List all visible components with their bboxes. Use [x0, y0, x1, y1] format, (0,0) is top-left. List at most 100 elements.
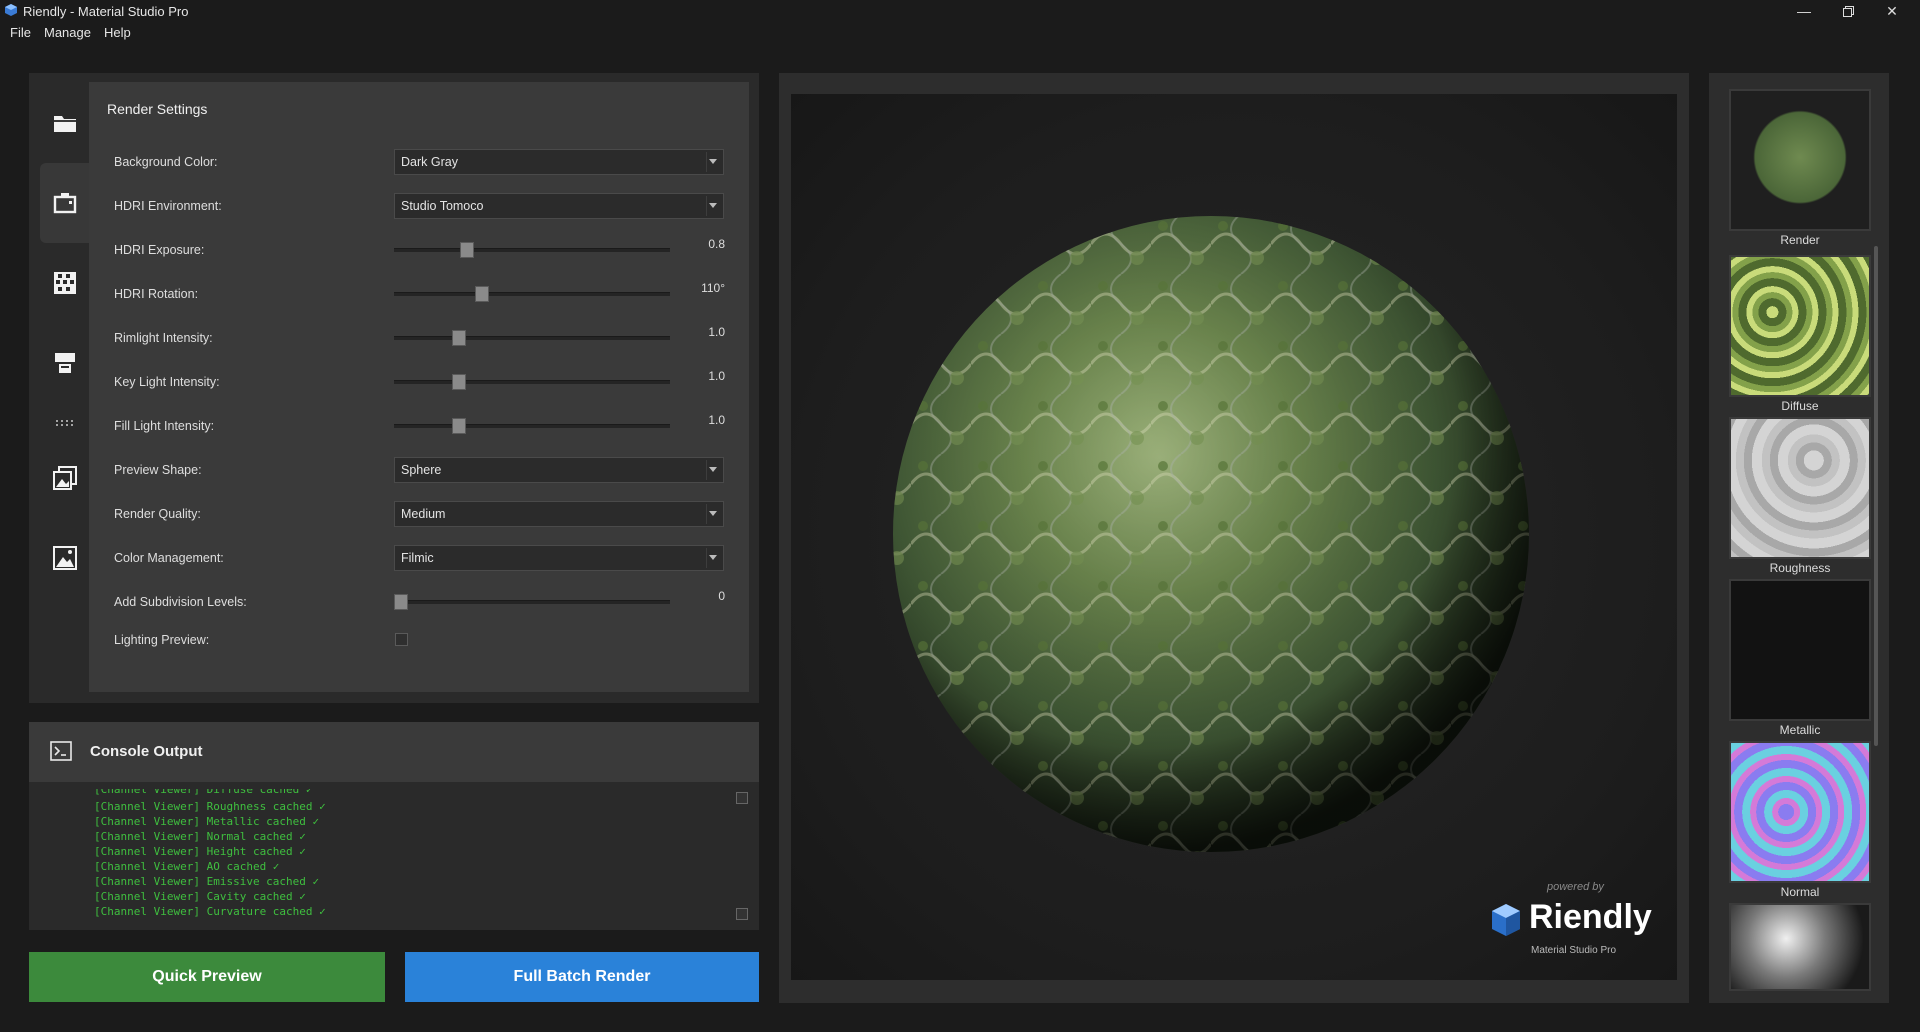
key-light-intensity-value: 1.0 — [708, 369, 725, 383]
full-batch-render-button[interactable]: Full Batch Render — [405, 952, 759, 1002]
console-line: [Channel Viewer] Cavity cached ✓ — [94, 890, 306, 903]
console-line: [Channel Viewer] Metallic cached ✓ — [94, 815, 320, 828]
subdivision-levels-label: Add Subdivision Levels: — [114, 595, 247, 609]
minimize-button[interactable]: — — [1782, 0, 1826, 22]
image-icon — [53, 546, 77, 570]
lighting-preview-label: Lighting Preview: — [114, 633, 210, 647]
rimlight-intensity-value: 1.0 — [708, 325, 725, 339]
slider-thumb[interactable] — [452, 418, 466, 434]
hdri-environment-select[interactable]: Studio Tomoco — [394, 193, 724, 219]
slider-thumb[interactable] — [394, 594, 408, 610]
powered-by-text: powered by — [1547, 881, 1604, 893]
chevron-down-icon — [709, 555, 717, 560]
maximize-button[interactable] — [1826, 0, 1870, 22]
riendly-logo-icon — [1492, 904, 1520, 936]
console-line: [Channel Viewer] Normal cached ✓ — [94, 830, 306, 843]
hdri-exposure-label: HDRI Exposure: — [114, 243, 205, 257]
rimlight-intensity-label: Rimlight Intensity: — [114, 331, 213, 345]
lighting-preview-checkbox[interactable] — [395, 633, 408, 646]
hdri-exposure-slider[interactable] — [394, 242, 670, 258]
brand-name: Riendly — [1529, 898, 1652, 936]
window-title: Riendly - Material Studio Pro — [23, 4, 189, 19]
fill-light-intensity-value: 1.0 — [708, 413, 725, 427]
console-scroll-up-button[interactable] — [736, 792, 748, 804]
close-icon: ✕ — [1886, 2, 1898, 19]
rail-gallery-button[interactable] — [47, 460, 83, 496]
rail-image-button[interactable] — [47, 540, 83, 576]
hdri-environment-value: Studio Tomoco — [401, 199, 484, 213]
render-viewport[interactable] — [791, 94, 1677, 980]
slider-thumb[interactable] — [452, 374, 466, 390]
quick-preview-button[interactable]: Quick Preview — [29, 952, 385, 1002]
channel-label-render: Render — [1780, 233, 1820, 247]
app-logo-icon — [5, 4, 17, 16]
rail-printer-button[interactable] — [47, 345, 83, 381]
slider-thumb[interactable] — [452, 330, 466, 346]
console-line: [Channel Viewer] Height cached ✓ — [94, 845, 306, 858]
gallery-icon — [53, 466, 77, 490]
subdivision-levels-value: 0 — [718, 589, 725, 603]
chevron-down-icon — [709, 159, 717, 164]
hdri-environment-label: HDRI Environment: — [114, 199, 222, 213]
material-sphere-render — [893, 216, 1529, 852]
close-button[interactable]: ✕ — [1870, 0, 1914, 22]
preview-shape-value: Sphere — [401, 463, 442, 477]
rail-camera-button[interactable] — [47, 185, 83, 221]
channel-thumb-roughness[interactable] — [1729, 417, 1871, 559]
preview-shape-select[interactable]: Sphere — [394, 457, 724, 483]
channel-thumb-height[interactable] — [1729, 903, 1871, 991]
console-line: [Channel Viewer] AO cached ✓ — [94, 860, 280, 873]
fill-light-intensity-slider[interactable] — [394, 418, 670, 434]
fill-light-intensity-label: Fill Light Intensity: — [114, 419, 215, 433]
key-light-intensity-label: Key Light Intensity: — [114, 375, 220, 389]
hdri-rotation-slider[interactable] — [394, 286, 670, 302]
render-settings-title: Render Settings — [107, 101, 208, 117]
channel-thumb-normal[interactable] — [1729, 741, 1871, 883]
key-light-intensity-slider[interactable] — [394, 374, 670, 390]
channel-thumb-diffuse[interactable] — [1729, 255, 1871, 397]
hdri-rotation-value: 110° — [701, 281, 725, 295]
menu-help[interactable]: Help — [104, 25, 131, 40]
chevron-down-icon — [709, 467, 717, 472]
console-line: [Channel Viewer] Curvature cached ✓ — [94, 905, 326, 918]
console-scroll-down-button[interactable] — [736, 908, 748, 920]
console-title: Console Output — [90, 743, 203, 760]
subdivision-levels-slider[interactable] — [394, 594, 670, 610]
rail-checker-button[interactable] — [47, 265, 83, 301]
hdri-exposure-value: 0.8 — [708, 237, 725, 251]
dots-icon — [56, 420, 73, 426]
channel-thumb-render[interactable] — [1729, 89, 1871, 231]
checker-icon — [54, 272, 76, 294]
chevron-down-icon — [709, 511, 717, 516]
color-management-select[interactable]: Filmic — [394, 545, 724, 571]
preview-shape-label: Preview Shape: — [114, 463, 202, 477]
channel-label-roughness: Roughness — [1769, 561, 1831, 575]
title-bar: Riendly - Material Studio Pro — ✕ — [0, 0, 1920, 22]
folder-icon — [54, 116, 76, 132]
render-quality-label: Render Quality: — [114, 507, 201, 521]
channel-list-scrollbar[interactable] — [1874, 246, 1878, 746]
maximize-icon — [1842, 5, 1854, 17]
color-management-label: Color Management: — [114, 551, 224, 565]
color-management-value: Filmic — [401, 551, 434, 565]
console-line: [Channel Viewer] Emissive cached ✓ — [94, 875, 320, 888]
rail-dots-button[interactable] — [47, 405, 83, 441]
printer-icon — [55, 353, 75, 373]
background-color-select[interactable]: Dark Gray — [394, 149, 724, 175]
menu-manage[interactable]: Manage — [44, 25, 91, 40]
terminal-icon — [50, 741, 72, 761]
slider-thumb[interactable] — [475, 286, 489, 302]
hdri-rotation-label: HDRI Rotation: — [114, 287, 199, 301]
background-color-label: Background Color: — [114, 155, 218, 169]
channel-thumb-metallic[interactable] — [1729, 579, 1871, 721]
slider-thumb[interactable] — [460, 242, 474, 258]
minimize-icon: — — [1797, 3, 1811, 19]
menu-file[interactable]: File — [10, 25, 31, 40]
background-color-value: Dark Gray — [401, 155, 458, 169]
render-quality-select[interactable]: Medium — [394, 501, 724, 527]
chevron-down-icon — [709, 203, 717, 208]
menu-bar: File Manage Help — [0, 22, 1920, 44]
render-quality-value: Medium — [401, 507, 446, 521]
rail-folder-button[interactable] — [47, 105, 83, 141]
rimlight-intensity-slider[interactable] — [394, 330, 670, 346]
